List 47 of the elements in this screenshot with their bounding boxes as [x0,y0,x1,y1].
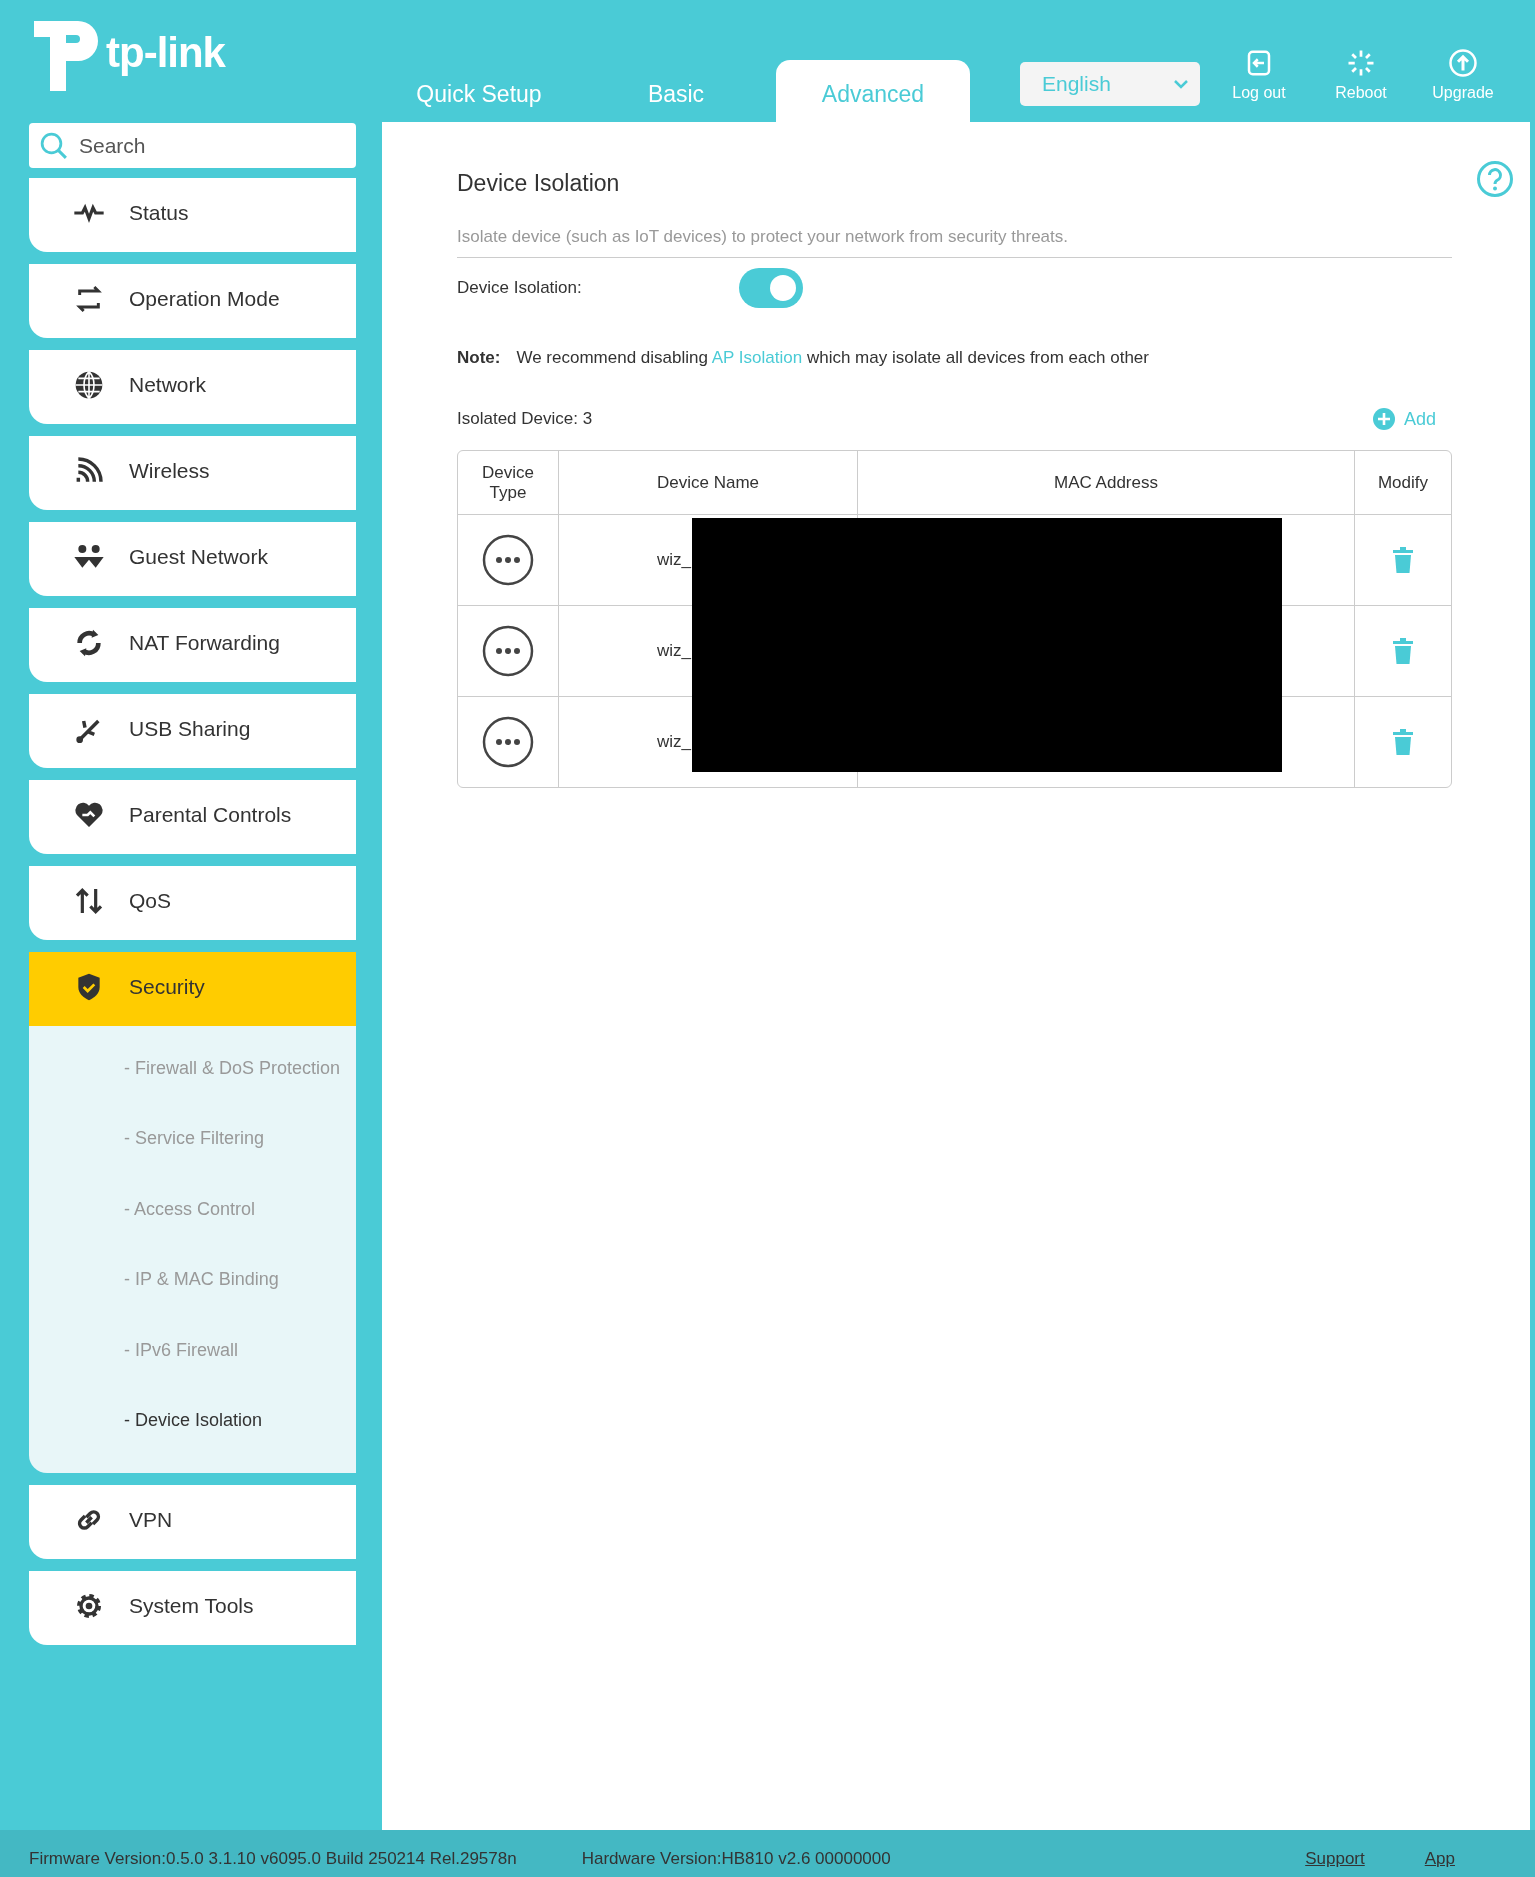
sidebar-item[interactable]: Parental Controls [29,780,356,854]
search-input[interactable]: Search [79,133,329,158]
up-down-arrows-icon [73,885,105,917]
sidebar-item[interactable]: Operation Mode [29,264,356,338]
submenu-item[interactable]: - Device Isolation [29,1385,356,1456]
trash-icon[interactable] [1393,638,1413,664]
footer-link[interactable]: Support [1305,1848,1365,1869]
column-header: Modify [1354,451,1451,514]
field-label: Device Isolation: [457,278,582,298]
more-dots-icon [482,534,534,586]
column-header: Device Name [558,451,857,514]
description-text: Isolate device (such as IoT devices) to protect your network from security threats. [457,227,1452,258]
device-name: wiz_ [657,641,691,661]
more-dots-icon [482,716,534,768]
hardware-version: Hardware Version:HB810 v2.6 00000000 [581,1848,891,1869]
sidebar-item[interactable]: USB Sharing [29,694,356,768]
trash-icon[interactable] [1393,547,1413,573]
trash-icon[interactable] [1393,729,1413,755]
more-dots-icon [482,625,534,677]
device-name: wiz_ [657,732,691,752]
sidebar-item[interactable]: Wireless [29,436,356,510]
sidebar-item[interactable]: Security [29,952,356,1026]
device-count: Isolated Device: 3 [457,409,593,429]
sidebar-item[interactable]: System Tools [29,1571,356,1645]
sidebar-item[interactable]: Guest Network [29,522,356,596]
note-label: Note: [457,348,501,368]
spinner-icon [1346,48,1376,78]
page-title: Device Isolation [457,170,621,197]
note-text: We recommend disabling AP Isolation which may isolate all devices from each other [516,348,1149,368]
firmware-version: Firmware Version:0.5.0 3.1.10 v6095.0 Build 250214 Rel.29578n [29,1848,517,1869]
search-field[interactable]: Search [29,123,356,168]
column-header: Device Type [481,461,535,504]
logo-text: tp-link [106,29,225,77]
plus-circle-icon [1371,407,1396,431]
globe-icon [73,369,105,401]
footer-link[interactable]: App [1424,1848,1455,1869]
search-icon [39,130,69,161]
column-header: MAC Address [857,451,1354,514]
upload-circle-icon [1448,48,1478,78]
device-name: wiz_ [657,550,691,570]
toggle-switch[interactable] [738,268,803,308]
sidebar-item[interactable]: Status [29,178,356,252]
sidebar-item[interactable]: QoS [29,866,356,940]
help-icon[interactable] [1476,160,1514,198]
sidebar-item[interactable]: NAT Forwarding [29,608,356,682]
sidebar-item[interactable]: VPN [29,1485,356,1559]
sidebar-item[interactable]: Network [29,350,356,424]
